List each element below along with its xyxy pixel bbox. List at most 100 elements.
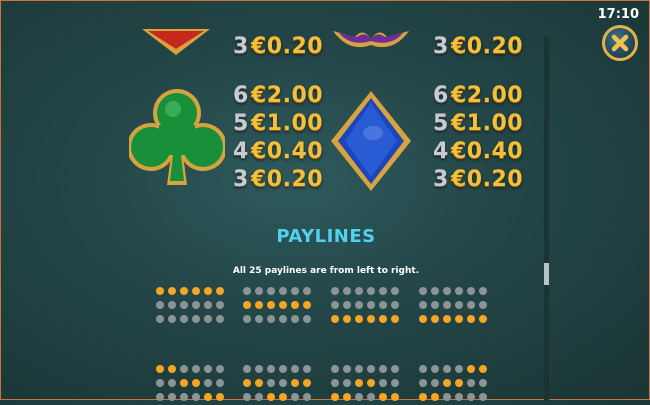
- payline-dot: [443, 365, 451, 373]
- payline-pattern: [156, 365, 224, 405]
- payline-dot: [267, 365, 275, 373]
- payline-dot-active: [431, 315, 439, 323]
- payline-dot: [455, 365, 463, 373]
- pay-count: 5: [433, 110, 449, 136]
- pay-value: €2.00: [451, 82, 524, 108]
- payline-dot-active: [291, 379, 299, 387]
- payline-dot: [367, 301, 375, 309]
- pay-count: 3: [233, 33, 249, 59]
- payline-dot: [419, 379, 427, 387]
- payline-dot: [180, 315, 188, 323]
- payline-dot: [443, 287, 451, 295]
- payline-dot: [267, 379, 275, 387]
- payline-dot-active: [379, 315, 387, 323]
- pay-count: 3: [433, 166, 449, 192]
- pay-value: €0.20: [251, 166, 324, 192]
- payline-dot: [243, 315, 251, 323]
- payline-dot: [168, 379, 176, 387]
- pay-value: €0.20: [251, 33, 324, 59]
- payline-dot-active: [479, 365, 487, 373]
- payline-dot: [467, 301, 475, 309]
- payline-dot: [243, 365, 251, 373]
- payline-dot: [379, 365, 387, 373]
- payline-dot: [267, 315, 275, 323]
- payline-dot-active: [291, 301, 299, 309]
- payline-dot-active: [156, 365, 164, 373]
- payline-dot: [391, 287, 399, 295]
- close-x-icon: [611, 34, 629, 52]
- pay-value: €0.40: [451, 138, 524, 164]
- pay-value: €2.00: [251, 82, 324, 108]
- payline-dot-active: [168, 365, 176, 373]
- payline-dot: [204, 379, 212, 387]
- payline-dot: [331, 379, 339, 387]
- payline-dot: [156, 379, 164, 387]
- close-button[interactable]: [602, 25, 638, 61]
- pay-row: 4 €0.40: [433, 138, 524, 164]
- payline-dot: [379, 379, 387, 387]
- payline-dot-active: [479, 315, 487, 323]
- payline-pattern: [331, 287, 399, 327]
- pay-count: 6: [233, 82, 249, 108]
- payline-dot: [192, 315, 200, 323]
- payline-dot-active: [156, 287, 164, 295]
- payline-dot: [279, 287, 287, 295]
- payline-dot: [303, 315, 311, 323]
- payline-dot: [216, 301, 224, 309]
- paylines-title: PAYLINES: [276, 226, 376, 247]
- payline-dot: [291, 365, 299, 373]
- payline-dot: [303, 287, 311, 295]
- payline-dot-active: [419, 315, 427, 323]
- pay-count: 3: [233, 166, 249, 192]
- payline-dot: [216, 365, 224, 373]
- pay-row: 6 €2.00: [433, 82, 524, 108]
- payline-dot-active: [455, 315, 463, 323]
- payline-dot: [156, 315, 164, 323]
- payline-dot: [267, 287, 275, 295]
- payline-dot: [343, 379, 351, 387]
- payline-dot-active: [243, 301, 251, 309]
- payline-dot-active: [192, 379, 200, 387]
- payline-dot-active: [367, 315, 375, 323]
- payline-dot: [443, 301, 451, 309]
- payline-dot: [355, 365, 363, 373]
- pay-row: 3 €0.20: [233, 166, 324, 192]
- payline-dot-active: [443, 315, 451, 323]
- pay-value: €0.20: [451, 166, 524, 192]
- payline-dot: [467, 287, 475, 295]
- payline-dot-active: [180, 287, 188, 295]
- payline-dot: [255, 365, 263, 373]
- pay-row: 6 €2.00: [233, 82, 324, 108]
- payline-dot: [431, 379, 439, 387]
- payline-pattern: [331, 365, 399, 405]
- payline-dot: [455, 301, 463, 309]
- red-diamond-symbol: [142, 29, 210, 55]
- payline-dot: [279, 365, 287, 373]
- pay-count: 3: [433, 33, 449, 59]
- payline-dot-active: [180, 379, 188, 387]
- pay-count: 5: [233, 110, 249, 136]
- payline-dot-active: [216, 287, 224, 295]
- payline-dot-active: [391, 315, 399, 323]
- pay-row: 4 €0.40: [233, 139, 323, 164]
- payline-dot-active: [343, 315, 351, 323]
- pay-row: 3 €0.20: [233, 33, 324, 59]
- payline-dot: [367, 287, 375, 295]
- payline-pattern: [156, 287, 224, 327]
- payline-dot: [204, 365, 212, 373]
- payline-dot: [343, 301, 351, 309]
- payline-dot-active: [355, 379, 363, 387]
- payline-dot: [391, 379, 399, 387]
- payline-dot-active: [331, 315, 339, 323]
- scrollbar-track[interactable]: [544, 37, 549, 401]
- payline-dot: [331, 365, 339, 373]
- pay-count: 4: [433, 138, 449, 164]
- payline-dot: [291, 287, 299, 295]
- payline-dot: [216, 315, 224, 323]
- pay-row: 5 €1.00: [433, 110, 523, 136]
- payline-dot-active: [192, 287, 200, 295]
- payline-dot-active: [467, 315, 475, 323]
- payline-dot: [343, 365, 351, 373]
- payline-dot-active: [204, 287, 212, 295]
- payline-pattern: [419, 365, 487, 405]
